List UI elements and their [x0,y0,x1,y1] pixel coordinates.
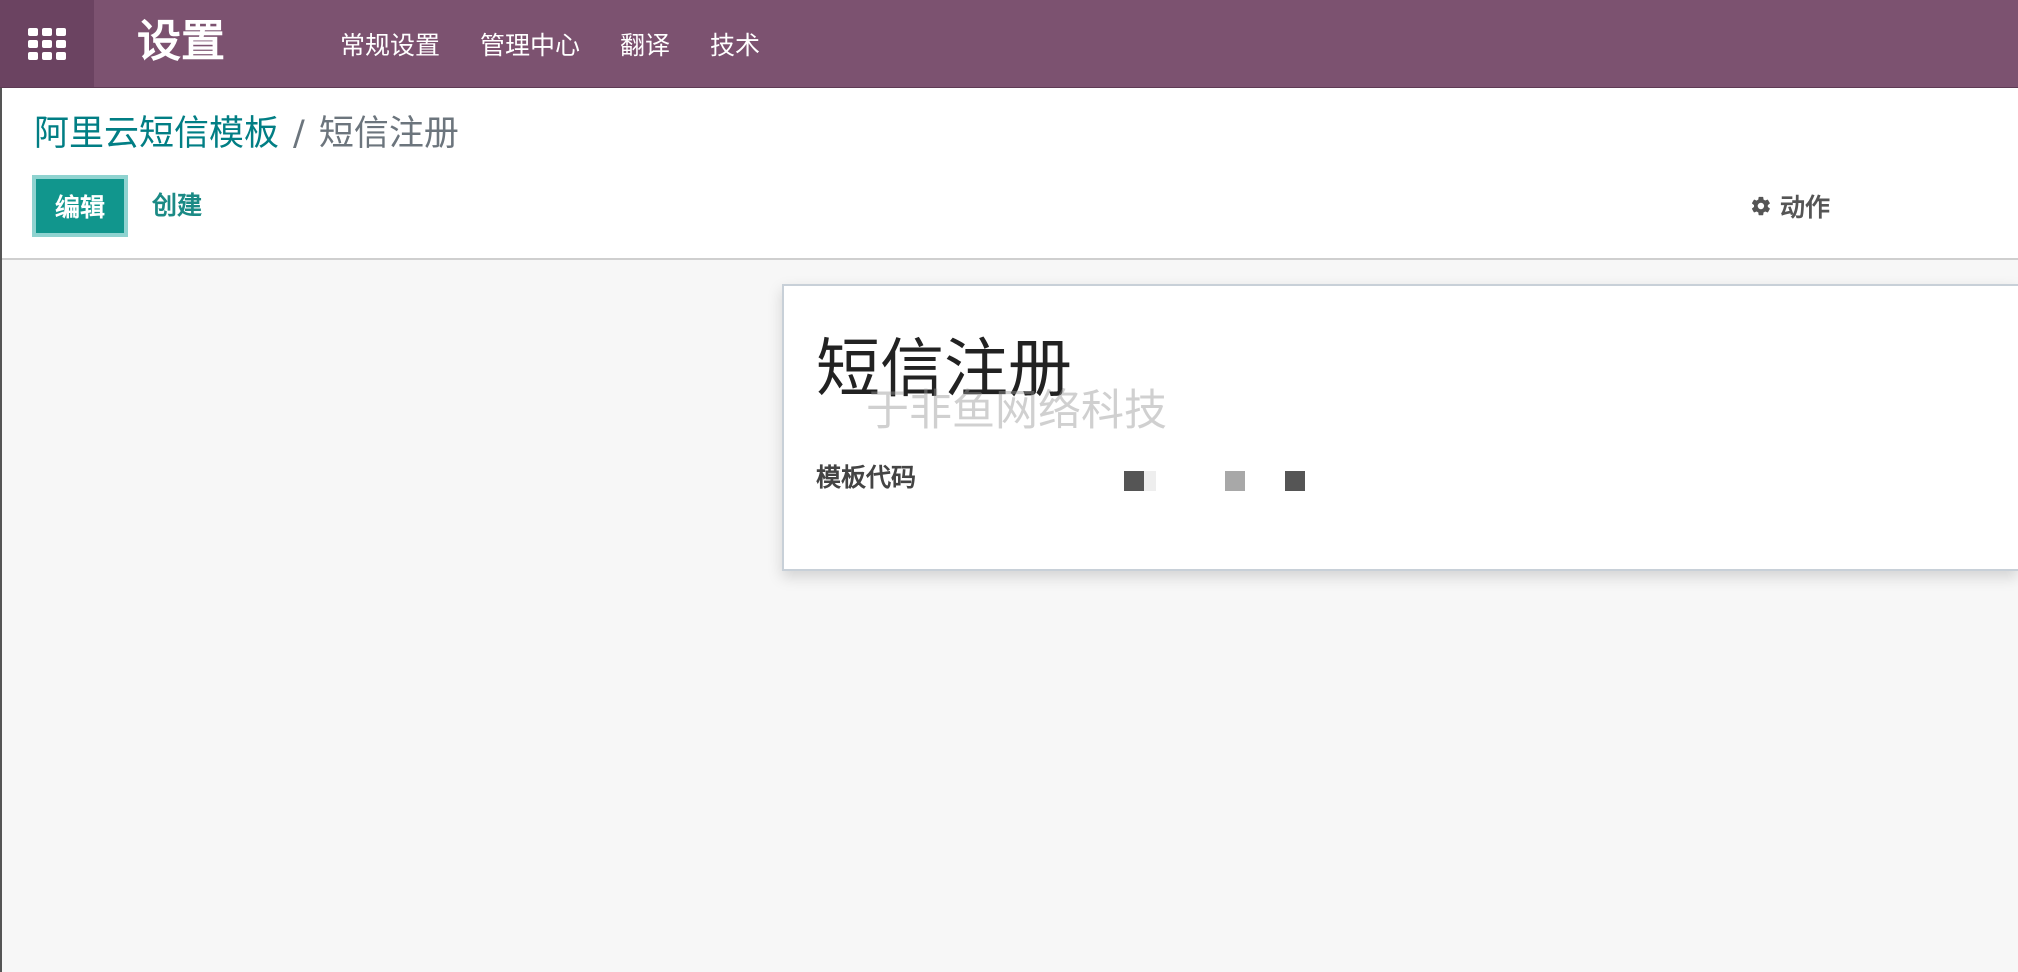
action-dropdown[interactable]: 动作 [1750,175,1830,237]
menu-general-settings[interactable]: 常规设置 [320,26,460,62]
top-navbar: 设置 常规设置 管理中心 翻译 技术 [0,0,2018,88]
control-panel: 阿里云短信模板 / 短信注册 编辑 创建 动作 [0,88,2018,260]
window-left-edge [0,88,2,972]
template-code-label: 模板代码 [816,463,917,492]
grid-icon [28,27,66,60]
app-menu-button[interactable] [0,0,94,87]
breadcrumb-separator: / [293,114,305,154]
template-code-value-redacted [1124,471,1324,493]
top-menu: 常规设置 管理中心 翻译 技术 [320,0,780,87]
redaction-block [1225,471,1245,491]
form-sheet: 短信注册 于非鱼网络科技 模板代码 [782,284,2018,571]
breadcrumb: 阿里云短信模板 / 短信注册 [34,110,459,158]
menu-management-center[interactable]: 管理中心 [460,26,600,62]
app-title: 设置 [137,16,225,67]
redaction-block [1285,471,1305,491]
record-title: 短信注册 [816,333,1072,407]
edit-button[interactable]: 编辑 [32,175,128,237]
gear-icon [1751,196,1770,216]
create-button[interactable]: 创建 [152,175,202,237]
redaction-block [1124,471,1144,491]
redaction-block [1144,471,1156,491]
breadcrumb-current: 短信注册 [318,114,459,154]
breadcrumb-parent-link[interactable]: 阿里云短信模板 [34,114,279,154]
menu-technical[interactable]: 技术 [690,26,780,62]
menu-translation[interactable]: 翻译 [600,26,690,62]
action-label: 动作 [1780,193,1831,222]
